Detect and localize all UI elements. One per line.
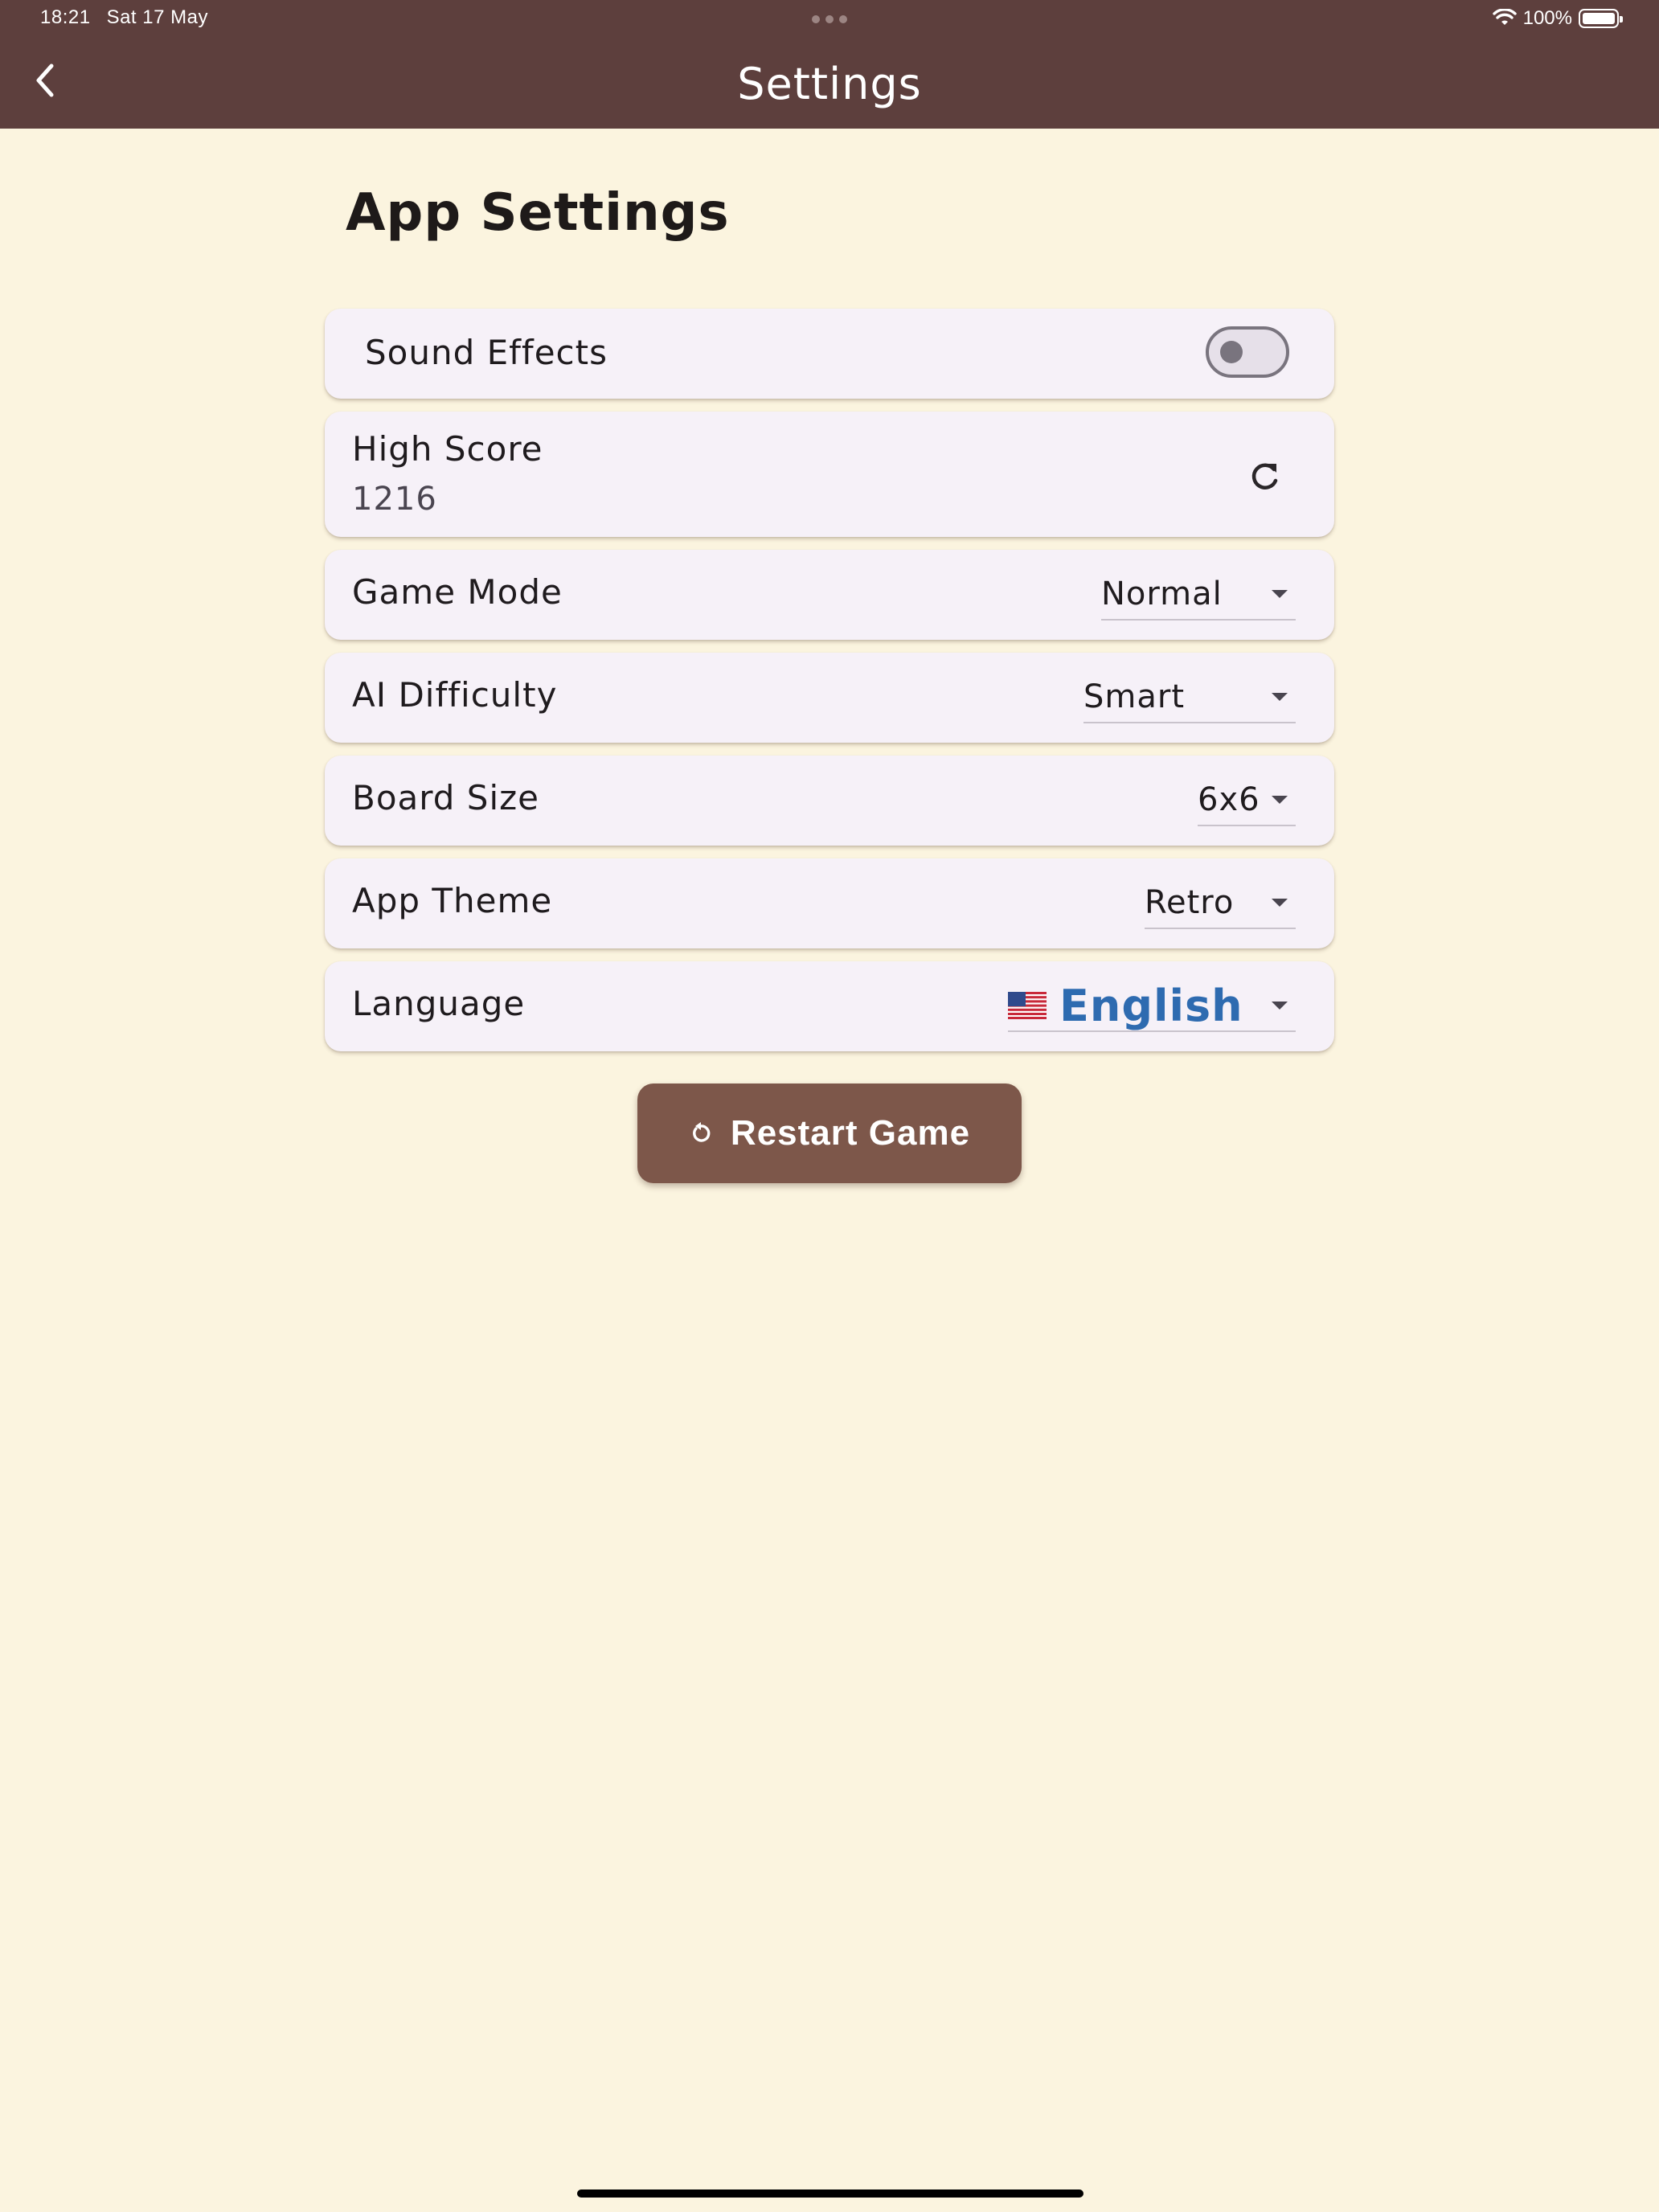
setting-label: App Theme [352, 881, 553, 920]
restart-game-label: Restart Game [730, 1113, 971, 1153]
app-theme-dropdown[interactable]: Retro [1145, 878, 1296, 929]
dropdown-arrow-icon [1272, 1002, 1288, 1010]
page-title: Settings [737, 59, 922, 109]
game-mode-setting: Game Mode Normal [325, 550, 1334, 640]
status-indicators: 100% [1492, 5, 1623, 32]
game-mode-dropdown[interactable]: Normal [1101, 569, 1296, 621]
setting-label: Language [352, 984, 526, 1023]
section-title: App Settings [346, 183, 730, 243]
language-dropdown[interactable]: English [1008, 981, 1296, 1032]
battery-icon [1579, 9, 1623, 28]
dropdown-value: English [1059, 980, 1243, 1031]
restart-game-button[interactable]: Restart Game [637, 1083, 1022, 1183]
setting-label: AI Difficulty [352, 675, 558, 715]
app-theme-setting: App Theme Retro [325, 858, 1334, 948]
clock: 18:21 [40, 6, 91, 28]
dropdown-value: Retro [1145, 884, 1235, 921]
dropdown-arrow-icon [1272, 796, 1288, 804]
board-size-dropdown[interactable]: 6x6 [1198, 775, 1296, 826]
dropdown-arrow-icon [1272, 590, 1288, 598]
high-score-value: 1216 [352, 481, 437, 518]
high-score-setting: High Score 1216 [325, 412, 1334, 537]
ai-difficulty-dropdown[interactable]: Smart [1083, 672, 1296, 723]
setting-label: Sound Effects [365, 333, 608, 372]
sound-effects-setting: Sound Effects [325, 309, 1334, 399]
language-setting: Language English [325, 961, 1334, 1051]
setting-label: Game Mode [352, 572, 563, 612]
dropdown-arrow-icon [1272, 899, 1288, 907]
restart-icon [693, 1122, 711, 1142]
ai-difficulty-setting: AI Difficulty Smart [325, 653, 1334, 743]
board-size-setting: Board Size 6x6 [325, 756, 1334, 846]
refresh-icon [1251, 463, 1278, 490]
setting-label: High Score [352, 429, 543, 469]
setting-label: Board Size [352, 778, 540, 817]
dropdown-arrow-icon [1272, 693, 1288, 701]
dropdown-value: 6x6 [1198, 781, 1260, 818]
dropdown-value: Smart [1083, 678, 1185, 715]
us-flag-icon [1008, 992, 1047, 1019]
dropdown-value: Normal [1101, 576, 1223, 612]
battery-percent: 100% [1522, 7, 1572, 29]
toggle-knob [1220, 341, 1243, 363]
wifi-icon [1492, 9, 1517, 25]
home-indicator[interactable] [577, 2189, 1083, 2198]
app-bar: 18:21 Sat 17 May 100% Settings [0, 0, 1659, 129]
status-time: 18:21 Sat 17 May [40, 6, 208, 29]
reset-high-score-button[interactable] [1244, 457, 1284, 497]
sound-effects-toggle[interactable] [1206, 326, 1289, 378]
date: Sat 17 May [106, 6, 208, 28]
multitasking-dots-icon[interactable] [812, 15, 847, 23]
